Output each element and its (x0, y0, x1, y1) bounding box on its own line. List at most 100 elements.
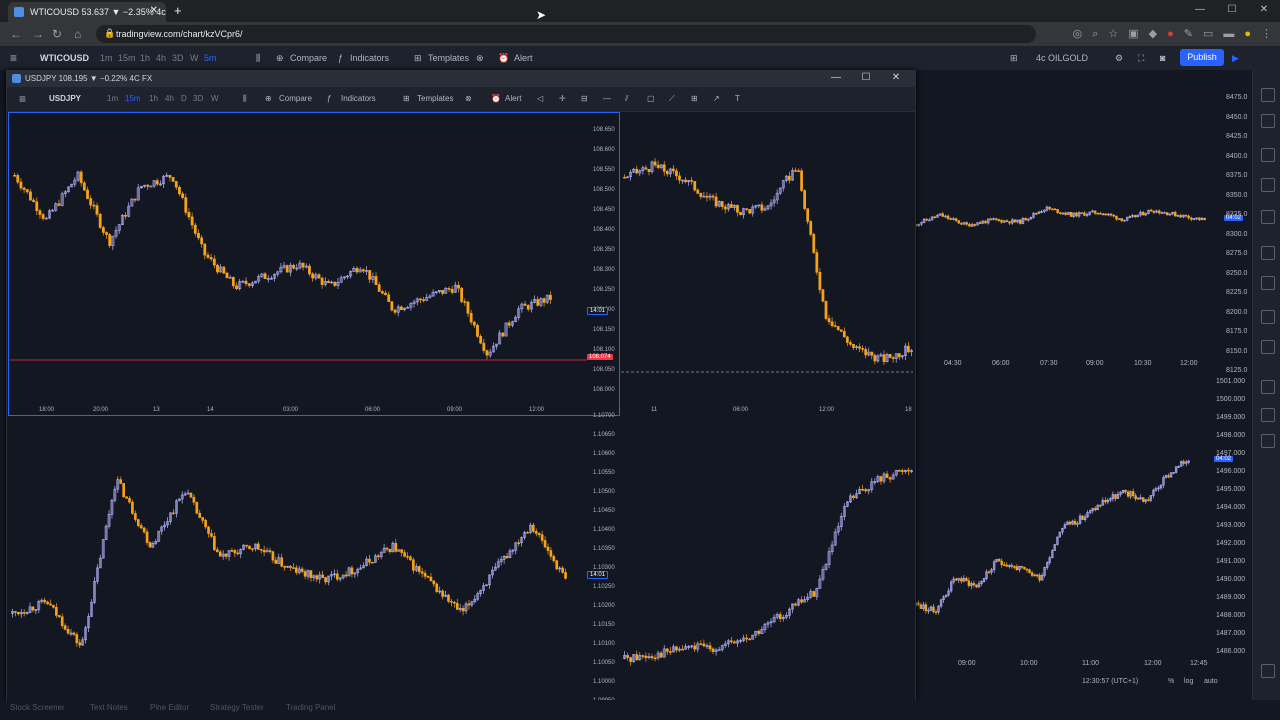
tf-1m[interactable]: 1m (100, 53, 113, 63)
home-icon[interactable]: ⌂ (74, 27, 81, 41)
tab-strategy-tester[interactable]: Strategy Tester (210, 703, 264, 712)
extension-icon[interactable]: ▭ (1203, 28, 1213, 40)
candle-body (171, 177, 175, 182)
candle-body (63, 625, 67, 630)
candle-body (263, 273, 267, 280)
bookmark-star-icon[interactable]: ☆ (1108, 28, 1118, 40)
candle-body (301, 262, 305, 268)
data-window-icon[interactable] (1261, 148, 1275, 162)
calculator-icon[interactable] (1261, 434, 1275, 448)
candle-body (308, 265, 311, 275)
tab-pine-editor[interactable]: Pine Editor (150, 703, 189, 712)
candle-body (526, 532, 529, 534)
tf-4h[interactable]: 4h (156, 53, 166, 63)
candle-body (907, 469, 910, 472)
extension-icon[interactable]: ✎ (1184, 28, 1193, 40)
maximize-button[interactable]: ☐ (1216, 0, 1248, 20)
candle-body (954, 218, 958, 221)
close-window-button[interactable]: ✕ (1248, 0, 1280, 20)
alerts-icon[interactable] (1261, 114, 1275, 128)
chart-trend-icon[interactable] (1261, 380, 1275, 394)
hotlist-icon[interactable] (1261, 178, 1275, 192)
tf-3d[interactable]: 3D (172, 53, 184, 63)
zoom-icon[interactable]: ⌕ (1092, 28, 1098, 40)
extension-icon[interactable]: ▣ (1128, 28, 1138, 40)
ideas-icon[interactable] (1261, 246, 1275, 260)
extension-icon[interactable]: ◆ (1149, 28, 1157, 40)
bar-style-icon[interactable]: ⫼ (256, 53, 260, 64)
candle-body (274, 559, 278, 564)
price-tick-label: 8375.0 (1226, 172, 1248, 179)
price-tick-label: 8475.0 (1226, 94, 1248, 101)
settings-icon[interactable]: ⚙ (1115, 53, 1123, 64)
candle-body (60, 616, 64, 626)
cast-icon[interactable]: ▬ (1223, 28, 1234, 40)
fullscreen-icon[interactable]: ⛶ (1138, 53, 1144, 64)
minimize-button[interactable]: — (1184, 0, 1216, 20)
new-tab-button[interactable]: + (174, 3, 182, 18)
candle-body (1030, 572, 1034, 576)
candle-body (244, 280, 248, 285)
candle-body (812, 234, 816, 253)
extension-icon[interactable]: ● (1167, 28, 1174, 40)
auto-toggle[interactable]: auto (1204, 678, 1218, 685)
snapshot-icon[interactable]: ◙ (1160, 53, 1165, 63)
forward-icon[interactable]: → (32, 27, 44, 41)
compare-button[interactable]: Compare (290, 53, 327, 63)
url-field[interactable]: 🔒 tradingview.com/chart/kzVCpr6/ (96, 25, 1036, 43)
candle-body (57, 615, 61, 618)
menu-icon[interactable]: ⋮ (1261, 28, 1272, 40)
usdjpy-chart-window[interactable]: USDJPY 108.195 ▼ −0.22% 4C FX — ☐ ✕ ≡ USDJ… (6, 70, 916, 712)
watchlist-icon[interactable] (1261, 88, 1275, 102)
tf-5m[interactable]: 5m (204, 53, 217, 63)
reload-icon[interactable]: ↻ (52, 27, 62, 41)
tab-close-icon[interactable]: ✕ (150, 5, 158, 16)
alert-button[interactable]: Alert (514, 53, 533, 63)
candle-body (1182, 461, 1185, 464)
candle-body (975, 584, 978, 588)
candle-body (16, 175, 20, 183)
tab-text-notes[interactable]: Text Notes (90, 703, 128, 712)
candle-body (1133, 215, 1137, 218)
price-tick-label: 1491.000 (1216, 558, 1246, 565)
candle-body (1147, 499, 1150, 502)
candle-body (833, 325, 837, 327)
alert-icon: ⏰ (498, 53, 510, 63)
templates-button[interactable]: Templates (428, 53, 469, 63)
candle-body (447, 594, 450, 602)
time-tick-label: 12:00 (1144, 660, 1162, 667)
indicators-button[interactable]: Indicators (350, 53, 389, 63)
menu-icon[interactable]: ≡ (10, 51, 17, 65)
signal-icon[interactable] (1261, 408, 1275, 422)
tab-trading-panel[interactable]: Trading Panel (286, 703, 336, 712)
candle-body (955, 578, 958, 581)
browser-tab[interactable]: WTICOUSD 53.637 ▼ −2.35% 4c ✕ (8, 2, 166, 22)
candle-body (1069, 212, 1073, 217)
tf-w[interactable]: W (190, 53, 199, 63)
notifications-icon[interactable] (1261, 340, 1275, 354)
replay-icon[interactable]: ⊗ (476, 53, 484, 64)
symbol-search[interactable]: WTICOUSD (40, 53, 89, 63)
play-icon[interactable]: ▶ (1232, 53, 1239, 64)
layout-name[interactable]: 4c OILGOLD (1036, 53, 1088, 63)
candle-body (119, 479, 123, 484)
publish-button[interactable]: Publish (1180, 49, 1224, 66)
chat-icon[interactable] (1261, 310, 1275, 324)
layout-icon[interactable]: ⊞ (1010, 53, 1018, 64)
calendar-icon[interactable] (1261, 210, 1275, 224)
chart-header-toolbar: ≡ WTICOUSD 1m 15m 1h 4h 3D W 5m ⫼ ⊕ Comp… (0, 46, 1280, 71)
tab-stock-screener[interactable]: Stock Screener (10, 703, 65, 712)
tf-15m[interactable]: 15m (118, 53, 136, 63)
log-toggle[interactable]: log (1184, 678, 1193, 685)
back-icon[interactable]: ← (10, 27, 22, 41)
candle-body (224, 553, 228, 557)
streams-icon[interactable] (1261, 276, 1275, 290)
percent-toggle[interactable]: % (1168, 678, 1174, 685)
location-icon[interactable]: ◎ (1073, 28, 1083, 40)
candle-body (821, 289, 825, 302)
tf-1h[interactable]: 1h (140, 53, 150, 63)
profile-avatar[interactable]: ● (1244, 28, 1251, 40)
candle-body (699, 193, 703, 197)
help-icon[interactable] (1261, 664, 1275, 678)
candle-body (873, 355, 877, 362)
